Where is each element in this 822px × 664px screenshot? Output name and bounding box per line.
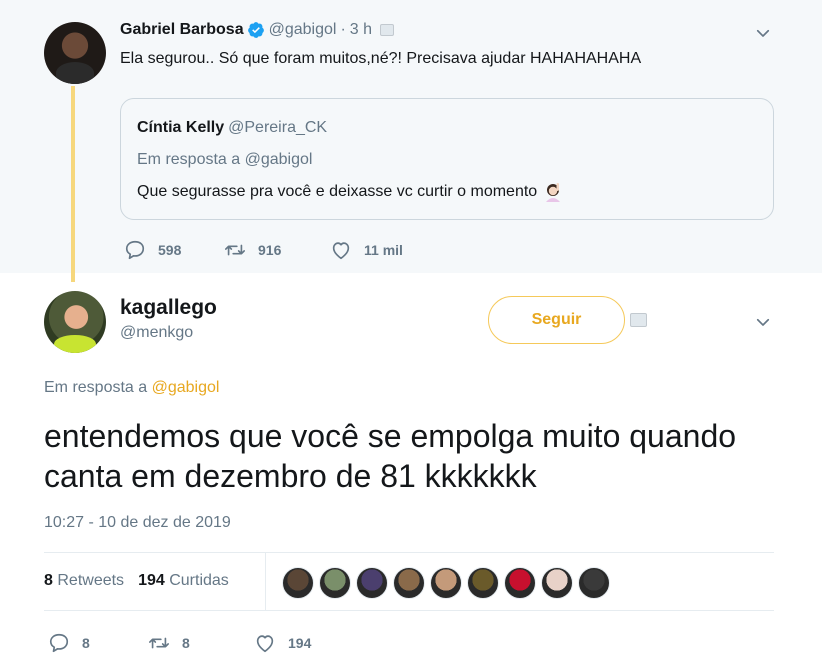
parent-actions: 598 916 11 mil (124, 239, 403, 261)
retweet-count: 916 (258, 242, 282, 258)
likes-stat-label: Curtidas (169, 572, 229, 589)
parent-tweet-text: Ela segurou.. Só que foram muitos,né?! P… (120, 50, 642, 67)
reply-count: 598 (158, 242, 182, 258)
liker-avatar[interactable] (393, 567, 425, 599)
avatar-kagallego[interactable] (44, 291, 106, 353)
retweet-count: 8 (182, 635, 190, 651)
retweets-stat-count: 8 (44, 572, 53, 589)
verified-icon (247, 22, 264, 38)
device-icon (630, 313, 647, 327)
like-count: 11 mil (364, 242, 403, 258)
thread-connector (71, 86, 75, 282)
parent-author-name[interactable]: Gabriel Barbosa (120, 21, 244, 39)
engagement-stats: 8 Retweets 194 Curtidas (44, 572, 229, 590)
main-author-name[interactable]: kagallego (120, 296, 217, 320)
quoted-tweet-text: Que segurasse pra você e deixasse vc cur… (137, 183, 538, 200)
parent-author-handle[interactable]: @gabigol (269, 21, 337, 39)
separator-dot: · (340, 21, 346, 38)
like-icon (332, 242, 350, 260)
retweets-stat[interactable]: 8 Retweets (44, 572, 124, 589)
like-count: 194 (288, 635, 312, 651)
divider (44, 610, 774, 611)
parent-tweet-time[interactable]: 3 h (350, 21, 372, 39)
quoted-author-line: Cíntia Kelly @Pereira_CK (137, 119, 327, 137)
chevron-down-icon[interactable] (754, 24, 772, 42)
divider (44, 552, 774, 553)
like-icon (256, 635, 274, 653)
liker-avatar[interactable] (430, 567, 462, 599)
quoted-tweet-text-line: Que segurasse pra você e deixasse vc cur… (137, 182, 563, 202)
chevron-down-icon[interactable] (754, 313, 772, 331)
stats-separator (265, 552, 266, 610)
reply-icon (49, 633, 69, 653)
liker-avatar[interactable] (467, 567, 499, 599)
reply-count: 8 (82, 635, 90, 651)
reply-action[interactable]: 598 (124, 239, 224, 261)
reply-action[interactable]: 8 (48, 632, 148, 654)
liker-avatar[interactable] (578, 567, 610, 599)
likes-stat[interactable]: 194 Curtidas (138, 572, 229, 589)
reply-to-mention[interactable]: @gabigol (152, 379, 220, 396)
reply-to-line: Em resposta a @gabigol (44, 379, 219, 397)
reply-to-prefix: Em resposta a (44, 379, 148, 396)
retweet-icon (225, 244, 245, 256)
main-actions: 8 8 194 (48, 632, 311, 654)
device-icon (380, 24, 395, 36)
main-tweet-timestamp[interactable]: 10:27 - 10 de dez de 2019 (44, 514, 231, 532)
quoted-author-handle: @Pereira_CK (228, 119, 328, 136)
likes-stat-count: 194 (138, 572, 165, 589)
follow-button[interactable]: Seguir (488, 296, 625, 344)
liker-avatar[interactable] (282, 567, 314, 599)
main-author-handle[interactable]: @menkgo (120, 324, 193, 342)
quoted-reply-to: Em resposta a @gabigol (137, 151, 313, 168)
quoted-tweet[interactable]: Cíntia Kelly @Pereira_CK Em resposta a @g… (120, 98, 774, 220)
like-action[interactable]: 11 mil (330, 239, 403, 261)
like-action[interactable]: 194 (254, 632, 311, 654)
liker-avatar[interactable] (541, 567, 573, 599)
parent-author-line: Gabriel Barbosa @gabigol · 3 h (120, 21, 395, 39)
main-tweet-text: entendemos que você se empolga muito qua… (44, 418, 737, 494)
retweet-icon (149, 637, 169, 649)
liker-avatar[interactable] (356, 567, 388, 599)
liker-avatar[interactable] (319, 567, 351, 599)
retweet-action[interactable]: 8 (148, 632, 254, 654)
reply-icon (125, 240, 145, 260)
liker-avatars (282, 567, 615, 599)
quoted-author-name: Cíntia Kelly (137, 119, 225, 136)
liker-avatar[interactable] (504, 567, 536, 599)
avatar-gabriel-barbosa[interactable] (44, 22, 106, 84)
woman-raising-hand-emoji (546, 183, 561, 202)
retweet-action[interactable]: 916 (224, 239, 330, 261)
retweets-stat-label: Retweets (57, 572, 125, 589)
